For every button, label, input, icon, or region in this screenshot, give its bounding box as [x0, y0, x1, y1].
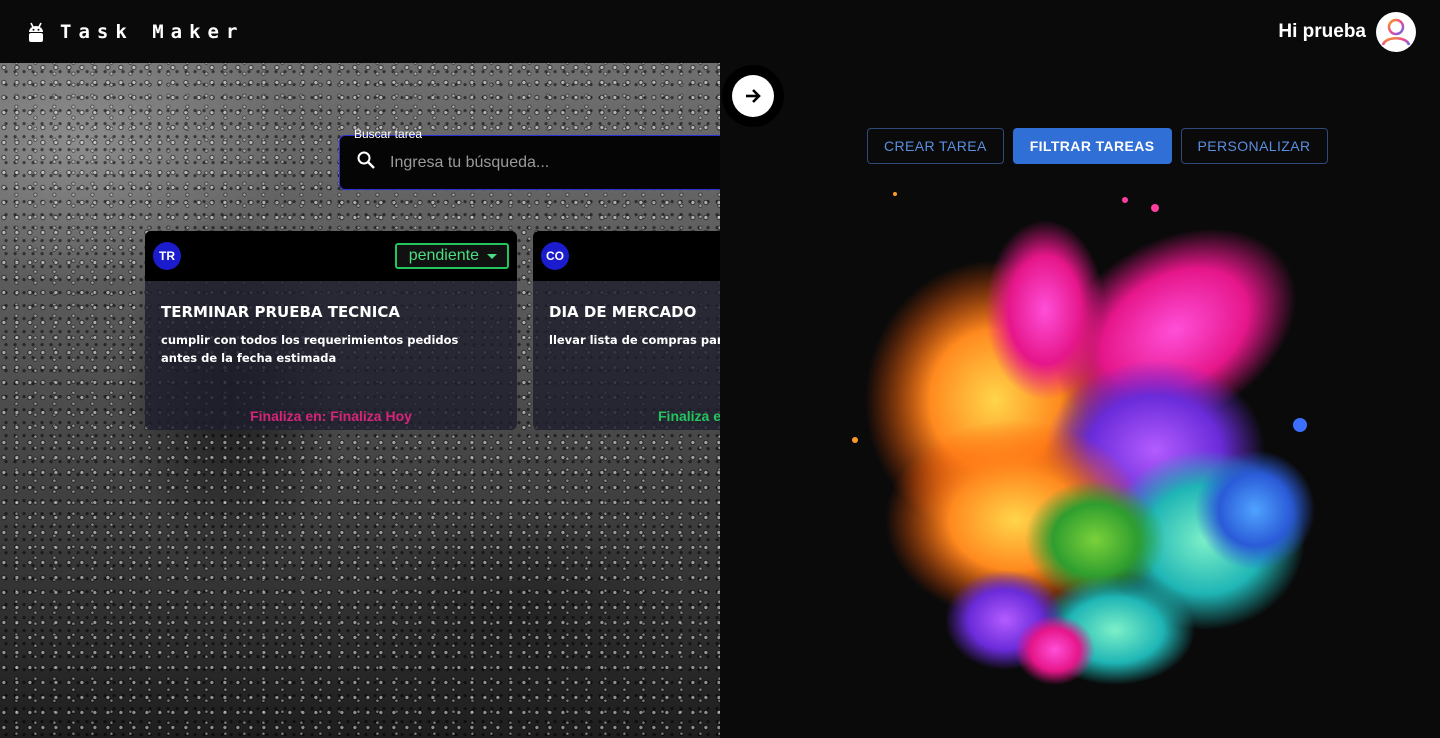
search-icon [356, 150, 376, 175]
user-avatar-icon[interactable] [1376, 11, 1416, 52]
search-input[interactable] [388, 152, 712, 173]
chevron-down-icon [487, 253, 497, 259]
color-splash-illustration [845, 180, 1325, 690]
task-card-header: TR pendiente [145, 231, 517, 281]
android-icon [26, 21, 46, 43]
task-title: TERMINAR PRUEBA TECNICA [161, 303, 400, 321]
search-field[interactable] [339, 135, 759, 190]
brand[interactable]: Task Maker [26, 21, 244, 43]
app-title: Task Maker [60, 20, 245, 43]
collapse-panel-button[interactable] [722, 65, 784, 127]
top-bar: Task Maker Hi prueba [0, 0, 1440, 63]
customize-button[interactable]: PERSONALIZAR [1180, 128, 1328, 164]
status-select[interactable]: pendiente [394, 243, 509, 269]
create-task-button[interactable]: CREAR TAREA [867, 128, 1004, 164]
task-due: Finaliza en: Finaliza Hoy [250, 408, 412, 424]
status-value: pendiente [408, 247, 479, 264]
task-initials-avatar: TR [153, 242, 181, 270]
arrow-right-icon [732, 75, 774, 117]
task-card[interactable]: TR pendiente TERMINAR PRUEBA TECNICA cum… [145, 231, 517, 430]
action-buttons: CREAR TAREA FILTRAR TAREAS PERSONALIZAR [867, 128, 1328, 164]
search-label: Buscar tarea [354, 127, 423, 141]
filter-tasks-button[interactable]: FILTRAR TAREAS [1012, 128, 1172, 164]
user-menu[interactable]: Hi prueba [1278, 11, 1416, 52]
user-greeting: Hi prueba [1278, 20, 1366, 42]
task-description: cumplir con todos los requerimientos ped… [161, 333, 459, 365]
task-initials-avatar: CO [541, 242, 569, 270]
